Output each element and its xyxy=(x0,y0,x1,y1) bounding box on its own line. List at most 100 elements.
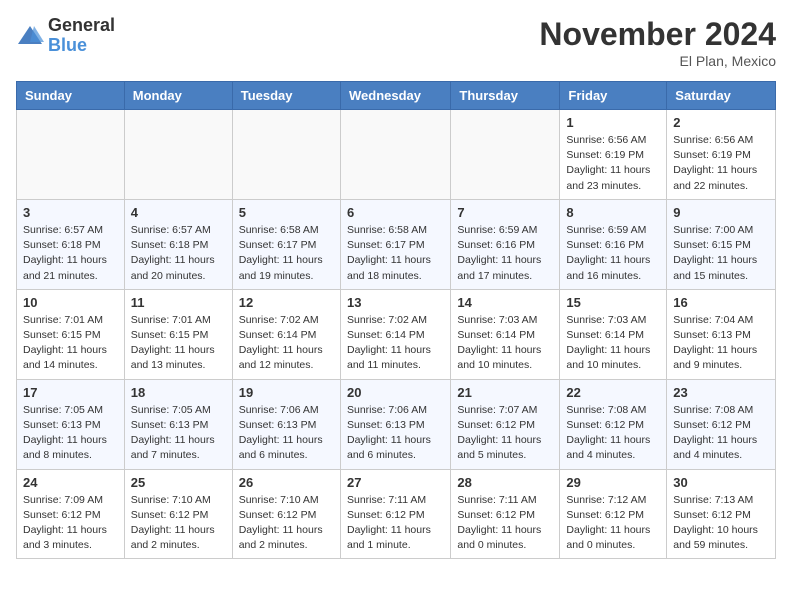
day-info: Sunrise: 7:11 AM Sunset: 6:12 PM Dayligh… xyxy=(457,493,553,554)
day-info: Sunrise: 7:05 AM Sunset: 6:13 PM Dayligh… xyxy=(23,403,118,464)
logo-text: General Blue xyxy=(48,16,115,56)
day-info: Sunrise: 7:10 AM Sunset: 6:12 PM Dayligh… xyxy=(239,493,334,554)
day-number: 8 xyxy=(566,205,660,220)
calendar-cell: 19 Sunrise: 7:06 AM Sunset: 6:13 PM Dayli… xyxy=(232,379,340,469)
day-info: Sunrise: 7:08 AM Sunset: 6:12 PM Dayligh… xyxy=(566,403,660,464)
day-number: 17 xyxy=(23,385,118,400)
day-info: Sunrise: 6:56 AM Sunset: 6:19 PM Dayligh… xyxy=(566,133,660,194)
day-number: 5 xyxy=(239,205,334,220)
day-info: Sunrise: 7:06 AM Sunset: 6:13 PM Dayligh… xyxy=(239,403,334,464)
day-info: Sunrise: 6:59 AM Sunset: 6:16 PM Dayligh… xyxy=(457,223,553,284)
calendar-cell: 5 Sunrise: 6:58 AM Sunset: 6:17 PM Daylig… xyxy=(232,199,340,289)
day-number: 12 xyxy=(239,295,334,310)
calendar-cell: 30 Sunrise: 7:13 AM Sunset: 6:12 PM Dayli… xyxy=(667,469,776,559)
calendar-cell: 9 Sunrise: 7:00 AM Sunset: 6:15 PM Daylig… xyxy=(667,199,776,289)
day-number: 20 xyxy=(347,385,444,400)
day-info: Sunrise: 7:13 AM Sunset: 6:12 PM Dayligh… xyxy=(673,493,769,554)
calendar-cell xyxy=(232,110,340,200)
calendar-cell: 15 Sunrise: 7:03 AM Sunset: 6:14 PM Dayli… xyxy=(560,289,667,379)
day-number: 3 xyxy=(23,205,118,220)
day-info: Sunrise: 7:11 AM Sunset: 6:12 PM Dayligh… xyxy=(347,493,444,554)
day-info: Sunrise: 7:02 AM Sunset: 6:14 PM Dayligh… xyxy=(239,313,334,374)
calendar-cell: 11 Sunrise: 7:01 AM Sunset: 6:15 PM Dayli… xyxy=(124,289,232,379)
day-number: 26 xyxy=(239,475,334,490)
day-number: 16 xyxy=(673,295,769,310)
day-number: 23 xyxy=(673,385,769,400)
calendar-cell xyxy=(340,110,450,200)
calendar-table: SundayMondayTuesdayWednesdayThursdayFrid… xyxy=(16,81,776,559)
logo-icon xyxy=(16,22,44,50)
day-number: 14 xyxy=(457,295,553,310)
day-info: Sunrise: 6:59 AM Sunset: 6:16 PM Dayligh… xyxy=(566,223,660,284)
day-number: 7 xyxy=(457,205,553,220)
day-info: Sunrise: 7:08 AM Sunset: 6:12 PM Dayligh… xyxy=(673,403,769,464)
day-number: 27 xyxy=(347,475,444,490)
calendar-week-4: 17 Sunrise: 7:05 AM Sunset: 6:13 PM Dayli… xyxy=(17,379,776,469)
day-number: 15 xyxy=(566,295,660,310)
calendar-cell: 4 Sunrise: 6:57 AM Sunset: 6:18 PM Daylig… xyxy=(124,199,232,289)
day-number: 11 xyxy=(131,295,226,310)
calendar-cell: 10Sunrise: 7:01 AM Sunset: 6:15 PM Dayli… xyxy=(17,289,125,379)
calendar-cell: 14 Sunrise: 7:03 AM Sunset: 6:14 PM Dayli… xyxy=(451,289,560,379)
day-info: Sunrise: 6:56 AM Sunset: 6:19 PM Dayligh… xyxy=(673,133,769,194)
day-number: 19 xyxy=(239,385,334,400)
day-number: 4 xyxy=(131,205,226,220)
weekday-header-sunday: Sunday xyxy=(17,82,125,110)
calendar-cell: 13Sunrise: 7:02 AM Sunset: 6:14 PM Dayli… xyxy=(340,289,450,379)
calendar-cell: 23 Sunrise: 7:08 AM Sunset: 6:12 PM Dayli… xyxy=(667,379,776,469)
calendar-cell: 24Sunrise: 7:09 AM Sunset: 6:12 PM Dayli… xyxy=(17,469,125,559)
day-info: Sunrise: 6:58 AM Sunset: 6:17 PM Dayligh… xyxy=(239,223,334,284)
day-info: Sunrise: 7:06 AM Sunset: 6:13 PM Dayligh… xyxy=(347,403,444,464)
calendar-cell: 12 Sunrise: 7:02 AM Sunset: 6:14 PM Dayli… xyxy=(232,289,340,379)
day-info: Sunrise: 7:04 AM Sunset: 6:13 PM Dayligh… xyxy=(673,313,769,374)
calendar-cell: 6Sunrise: 6:58 AM Sunset: 6:17 PM Daylig… xyxy=(340,199,450,289)
calendar-cell: 1 Sunrise: 6:56 AM Sunset: 6:19 PM Daylig… xyxy=(560,110,667,200)
day-info: Sunrise: 7:05 AM Sunset: 6:13 PM Dayligh… xyxy=(131,403,226,464)
logo-general: General xyxy=(48,15,115,35)
calendar-cell: 22Sunrise: 7:08 AM Sunset: 6:12 PM Dayli… xyxy=(560,379,667,469)
day-info: Sunrise: 7:03 AM Sunset: 6:14 PM Dayligh… xyxy=(457,313,553,374)
calendar-week-2: 3 Sunrise: 6:57 AM Sunset: 6:18 PM Daylig… xyxy=(17,199,776,289)
day-number: 28 xyxy=(457,475,553,490)
month-title: November 2024 xyxy=(539,16,776,53)
location: El Plan, Mexico xyxy=(539,53,776,69)
logo: General Blue xyxy=(16,16,115,56)
day-info: Sunrise: 7:12 AM Sunset: 6:12 PM Dayligh… xyxy=(566,493,660,554)
calendar-cell: 25Sunrise: 7:10 AM Sunset: 6:12 PM Dayli… xyxy=(124,469,232,559)
calendar-cell: 26 Sunrise: 7:10 AM Sunset: 6:12 PM Dayli… xyxy=(232,469,340,559)
day-info: Sunrise: 7:02 AM Sunset: 6:14 PM Dayligh… xyxy=(347,313,444,374)
day-info: Sunrise: 6:57 AM Sunset: 6:18 PM Dayligh… xyxy=(131,223,226,284)
calendar-cell xyxy=(124,110,232,200)
calendar-cell: 3Sunrise: 6:57 AM Sunset: 6:18 PM Daylig… xyxy=(17,199,125,289)
day-number: 29 xyxy=(566,475,660,490)
weekday-header-thursday: Thursday xyxy=(451,82,560,110)
day-number: 1 xyxy=(566,115,660,130)
calendar-cell: 18 Sunrise: 7:05 AM Sunset: 6:13 PM Dayli… xyxy=(124,379,232,469)
calendar-cell xyxy=(17,110,125,200)
day-number: 6 xyxy=(347,205,444,220)
calendar-cell: 27 Sunrise: 7:11 AM Sunset: 6:12 PM Dayli… xyxy=(340,469,450,559)
weekday-header-monday: Monday xyxy=(124,82,232,110)
day-info: Sunrise: 7:10 AM Sunset: 6:12 PM Dayligh… xyxy=(131,493,226,554)
title-block: November 2024 El Plan, Mexico xyxy=(539,16,776,69)
day-number: 30 xyxy=(673,475,769,490)
day-number: 9 xyxy=(673,205,769,220)
day-info: Sunrise: 7:09 AM Sunset: 6:12 PM Dayligh… xyxy=(23,493,118,554)
calendar-cell: 17 Sunrise: 7:05 AM Sunset: 6:13 PM Dayli… xyxy=(17,379,125,469)
calendar-cell: 21Sunrise: 7:07 AM Sunset: 6:12 PM Dayli… xyxy=(451,379,560,469)
logo-blue: Blue xyxy=(48,35,87,55)
day-info: Sunrise: 7:07 AM Sunset: 6:12 PM Dayligh… xyxy=(457,403,553,464)
day-number: 2 xyxy=(673,115,769,130)
day-info: Sunrise: 7:00 AM Sunset: 6:15 PM Dayligh… xyxy=(673,223,769,284)
calendar-cell: 20 Sunrise: 7:06 AM Sunset: 6:13 PM Dayli… xyxy=(340,379,450,469)
day-info: Sunrise: 7:01 AM Sunset: 6:15 PM Dayligh… xyxy=(131,313,226,374)
day-info: Sunrise: 7:01 AM Sunset: 6:15 PM Dayligh… xyxy=(23,313,118,374)
weekday-header-saturday: Saturday xyxy=(667,82,776,110)
day-number: 18 xyxy=(131,385,226,400)
day-info: Sunrise: 7:03 AM Sunset: 6:14 PM Dayligh… xyxy=(566,313,660,374)
weekday-header-friday: Friday xyxy=(560,82,667,110)
calendar-cell: 7 Sunrise: 6:59 AM Sunset: 6:16 PM Daylig… xyxy=(451,199,560,289)
calendar-week-1: 1 Sunrise: 6:56 AM Sunset: 6:19 PM Daylig… xyxy=(17,110,776,200)
calendar-cell: 28 Sunrise: 7:11 AM Sunset: 6:12 PM Dayli… xyxy=(451,469,560,559)
calendar-cell: 29 Sunrise: 7:12 AM Sunset: 6:12 PM Dayli… xyxy=(560,469,667,559)
